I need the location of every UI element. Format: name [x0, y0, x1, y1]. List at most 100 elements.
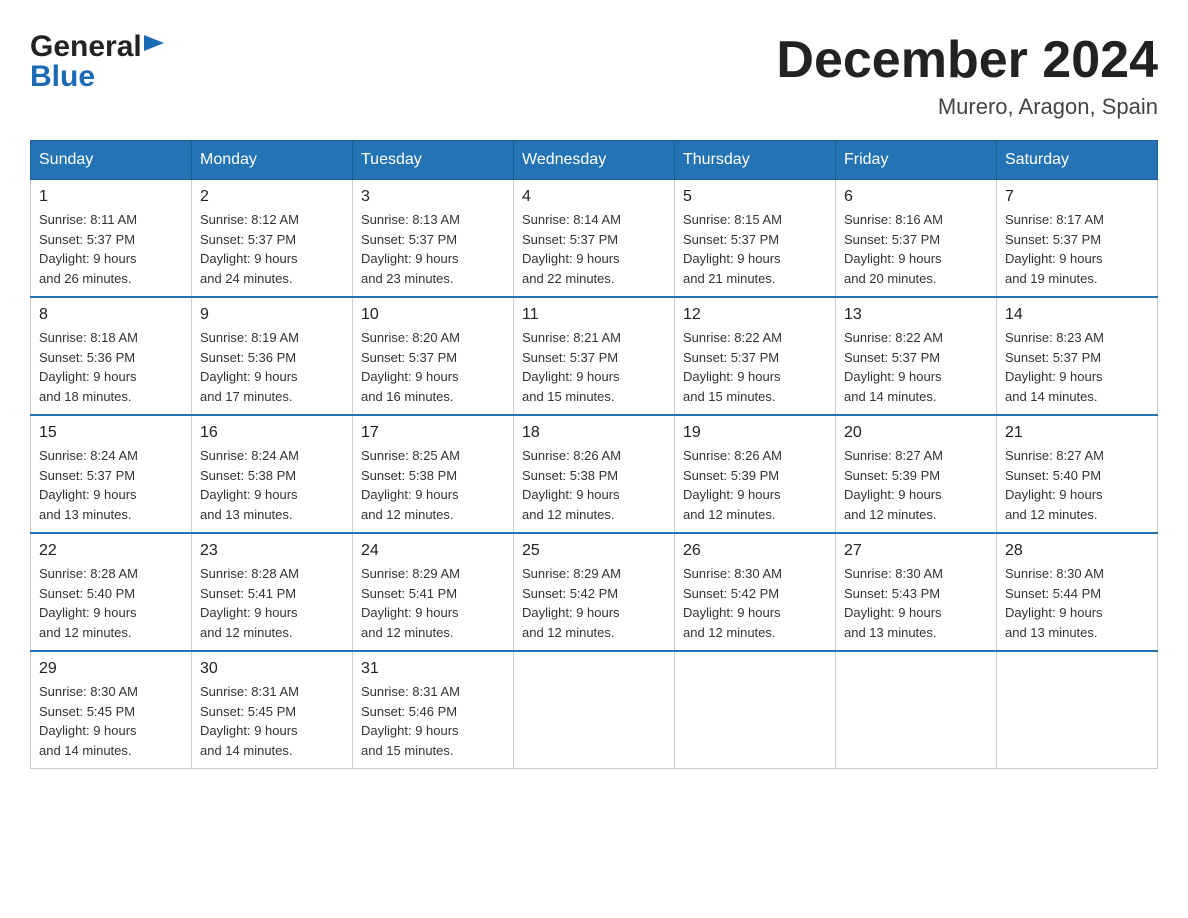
table-row: 4 Sunrise: 8:14 AMSunset: 5:37 PMDayligh…	[514, 180, 675, 298]
table-row: 5 Sunrise: 8:15 AMSunset: 5:37 PMDayligh…	[675, 180, 836, 298]
table-row: 25 Sunrise: 8:29 AMSunset: 5:42 PMDaylig…	[514, 533, 675, 651]
day-info: Sunrise: 8:28 AMSunset: 5:40 PMDaylight:…	[39, 564, 183, 642]
day-number: 27	[844, 542, 988, 560]
day-info: Sunrise: 8:31 AMSunset: 5:46 PMDaylight:…	[361, 682, 505, 760]
day-number: 5	[683, 188, 827, 206]
day-info: Sunrise: 8:27 AMSunset: 5:39 PMDaylight:…	[844, 446, 988, 524]
calendar-table: Sunday Monday Tuesday Wednesday Thursday…	[30, 140, 1158, 769]
calendar-week-3: 15 Sunrise: 8:24 AMSunset: 5:37 PMDaylig…	[31, 415, 1158, 533]
table-row	[836, 651, 997, 769]
table-row: 16 Sunrise: 8:24 AMSunset: 5:38 PMDaylig…	[192, 415, 353, 533]
calendar-week-5: 29 Sunrise: 8:30 AMSunset: 5:45 PMDaylig…	[31, 651, 1158, 769]
col-monday: Monday	[192, 141, 353, 180]
table-row: 19 Sunrise: 8:26 AMSunset: 5:39 PMDaylig…	[675, 415, 836, 533]
table-row: 29 Sunrise: 8:30 AMSunset: 5:45 PMDaylig…	[31, 651, 192, 769]
table-row: 12 Sunrise: 8:22 AMSunset: 5:37 PMDaylig…	[675, 297, 836, 415]
day-info: Sunrise: 8:22 AMSunset: 5:37 PMDaylight:…	[683, 328, 827, 406]
day-info: Sunrise: 8:15 AMSunset: 5:37 PMDaylight:…	[683, 210, 827, 288]
day-number: 23	[200, 542, 344, 560]
day-number: 24	[361, 542, 505, 560]
day-info: Sunrise: 8:22 AMSunset: 5:37 PMDaylight:…	[844, 328, 988, 406]
day-number: 16	[200, 424, 344, 442]
table-row: 24 Sunrise: 8:29 AMSunset: 5:41 PMDaylig…	[353, 533, 514, 651]
day-info: Sunrise: 8:28 AMSunset: 5:41 PMDaylight:…	[200, 564, 344, 642]
table-row: 23 Sunrise: 8:28 AMSunset: 5:41 PMDaylig…	[192, 533, 353, 651]
table-row: 11 Sunrise: 8:21 AMSunset: 5:37 PMDaylig…	[514, 297, 675, 415]
table-row: 17 Sunrise: 8:25 AMSunset: 5:38 PMDaylig…	[353, 415, 514, 533]
col-friday: Friday	[836, 141, 997, 180]
day-info: Sunrise: 8:26 AMSunset: 5:39 PMDaylight:…	[683, 446, 827, 524]
title-block: December 2024 Murero, Aragon, Spain	[776, 30, 1158, 120]
day-info: Sunrise: 8:14 AMSunset: 5:37 PMDaylight:…	[522, 210, 666, 288]
day-number: 2	[200, 188, 344, 206]
col-tuesday: Tuesday	[353, 141, 514, 180]
table-row: 1 Sunrise: 8:11 AMSunset: 5:37 PMDayligh…	[31, 180, 192, 298]
logo-triangle-icon	[144, 35, 164, 55]
table-row	[997, 651, 1158, 769]
day-info: Sunrise: 8:26 AMSunset: 5:38 PMDaylight:…	[522, 446, 666, 524]
day-info: Sunrise: 8:31 AMSunset: 5:45 PMDaylight:…	[200, 682, 344, 760]
table-row	[514, 651, 675, 769]
calendar-header-row: Sunday Monday Tuesday Wednesday Thursday…	[31, 141, 1158, 180]
table-row: 26 Sunrise: 8:30 AMSunset: 5:42 PMDaylig…	[675, 533, 836, 651]
day-info: Sunrise: 8:23 AMSunset: 5:37 PMDaylight:…	[1005, 328, 1149, 406]
day-number: 31	[361, 660, 505, 678]
calendar-week-2: 8 Sunrise: 8:18 AMSunset: 5:36 PMDayligh…	[31, 297, 1158, 415]
day-number: 6	[844, 188, 988, 206]
day-number: 13	[844, 306, 988, 324]
table-row: 21 Sunrise: 8:27 AMSunset: 5:40 PMDaylig…	[997, 415, 1158, 533]
day-info: Sunrise: 8:17 AMSunset: 5:37 PMDaylight:…	[1005, 210, 1149, 288]
month-title: December 2024	[776, 30, 1158, 90]
day-number: 1	[39, 188, 183, 206]
day-info: Sunrise: 8:16 AMSunset: 5:37 PMDaylight:…	[844, 210, 988, 288]
table-row: 6 Sunrise: 8:16 AMSunset: 5:37 PMDayligh…	[836, 180, 997, 298]
day-number: 20	[844, 424, 988, 442]
day-number: 22	[39, 542, 183, 560]
day-info: Sunrise: 8:19 AMSunset: 5:36 PMDaylight:…	[200, 328, 344, 406]
col-saturday: Saturday	[997, 141, 1158, 180]
day-number: 29	[39, 660, 183, 678]
table-row: 22 Sunrise: 8:28 AMSunset: 5:40 PMDaylig…	[31, 533, 192, 651]
table-row: 30 Sunrise: 8:31 AMSunset: 5:45 PMDaylig…	[192, 651, 353, 769]
location: Murero, Aragon, Spain	[776, 94, 1158, 120]
table-row	[675, 651, 836, 769]
day-number: 21	[1005, 424, 1149, 442]
table-row: 10 Sunrise: 8:20 AMSunset: 5:37 PMDaylig…	[353, 297, 514, 415]
logo-general-text: General	[30, 30, 142, 64]
calendar-week-4: 22 Sunrise: 8:28 AMSunset: 5:40 PMDaylig…	[31, 533, 1158, 651]
day-number: 18	[522, 424, 666, 442]
day-info: Sunrise: 8:29 AMSunset: 5:41 PMDaylight:…	[361, 564, 505, 642]
table-row: 27 Sunrise: 8:30 AMSunset: 5:43 PMDaylig…	[836, 533, 997, 651]
day-info: Sunrise: 8:12 AMSunset: 5:37 PMDaylight:…	[200, 210, 344, 288]
day-info: Sunrise: 8:11 AMSunset: 5:37 PMDaylight:…	[39, 210, 183, 288]
day-info: Sunrise: 8:30 AMSunset: 5:43 PMDaylight:…	[844, 564, 988, 642]
day-info: Sunrise: 8:24 AMSunset: 5:38 PMDaylight:…	[200, 446, 344, 524]
day-info: Sunrise: 8:24 AMSunset: 5:37 PMDaylight:…	[39, 446, 183, 524]
table-row: 15 Sunrise: 8:24 AMSunset: 5:37 PMDaylig…	[31, 415, 192, 533]
table-row: 20 Sunrise: 8:27 AMSunset: 5:39 PMDaylig…	[836, 415, 997, 533]
day-info: Sunrise: 8:30 AMSunset: 5:44 PMDaylight:…	[1005, 564, 1149, 642]
day-number: 25	[522, 542, 666, 560]
table-row: 3 Sunrise: 8:13 AMSunset: 5:37 PMDayligh…	[353, 180, 514, 298]
day-number: 19	[683, 424, 827, 442]
table-row: 31 Sunrise: 8:31 AMSunset: 5:46 PMDaylig…	[353, 651, 514, 769]
table-row: 9 Sunrise: 8:19 AMSunset: 5:36 PMDayligh…	[192, 297, 353, 415]
table-row: 13 Sunrise: 8:22 AMSunset: 5:37 PMDaylig…	[836, 297, 997, 415]
day-info: Sunrise: 8:21 AMSunset: 5:37 PMDaylight:…	[522, 328, 666, 406]
page-header: General Blue December 2024 Murero, Arago…	[30, 30, 1158, 120]
day-info: Sunrise: 8:30 AMSunset: 5:45 PMDaylight:…	[39, 682, 183, 760]
table-row: 8 Sunrise: 8:18 AMSunset: 5:36 PMDayligh…	[31, 297, 192, 415]
day-info: Sunrise: 8:18 AMSunset: 5:36 PMDaylight:…	[39, 328, 183, 406]
col-thursday: Thursday	[675, 141, 836, 180]
day-number: 10	[361, 306, 505, 324]
day-info: Sunrise: 8:13 AMSunset: 5:37 PMDaylight:…	[361, 210, 505, 288]
table-row: 28 Sunrise: 8:30 AMSunset: 5:44 PMDaylig…	[997, 533, 1158, 651]
day-number: 30	[200, 660, 344, 678]
logo-blue-text: Blue	[30, 60, 95, 93]
day-number: 9	[200, 306, 344, 324]
col-sunday: Sunday	[31, 141, 192, 180]
day-number: 8	[39, 306, 183, 324]
day-number: 4	[522, 188, 666, 206]
day-number: 17	[361, 424, 505, 442]
day-number: 26	[683, 542, 827, 560]
